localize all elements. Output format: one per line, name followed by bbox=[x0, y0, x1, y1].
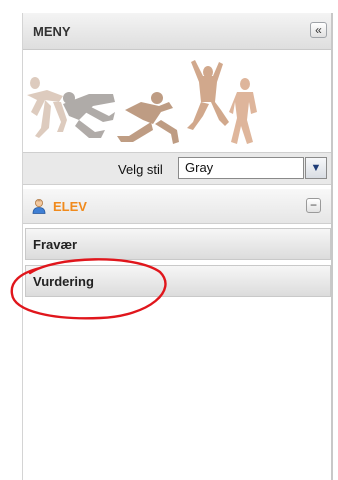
style-selected-value: Gray bbox=[185, 160, 214, 175]
menu-panel: MENY « Velg stil Gray ▼ ELEV − Fravær Vu… bbox=[22, 13, 333, 480]
chevron-down-icon: ▼ bbox=[310, 162, 322, 174]
collapse-button[interactable]: « bbox=[310, 22, 327, 38]
user-icon bbox=[32, 199, 46, 214]
menu-item-fravaer[interactable]: Fravær bbox=[25, 228, 331, 260]
menu-header: MENY « bbox=[23, 13, 331, 50]
minus-icon: − bbox=[309, 198, 317, 212]
menu-item-vurdering[interactable]: Vurdering bbox=[25, 265, 331, 297]
section-header-elev[interactable]: ELEV − bbox=[23, 189, 331, 224]
menu-title: MENY bbox=[33, 24, 71, 39]
double-chevron-left-icon: « bbox=[315, 23, 322, 37]
menu-item-label: Vurdering bbox=[33, 274, 94, 289]
banner-image bbox=[23, 50, 331, 152]
section-collapse-button[interactable]: − bbox=[306, 198, 321, 213]
style-dropdown-button[interactable]: ▼ bbox=[305, 157, 327, 179]
menu-item-label: Fravær bbox=[33, 237, 78, 252]
style-picker-bar: Velg stil Gray ▼ bbox=[23, 152, 331, 185]
athletes-silhouette-image bbox=[27, 60, 257, 144]
style-select[interactable]: Gray bbox=[178, 157, 304, 179]
section-title: ELEV bbox=[53, 199, 87, 214]
style-label: Velg stil bbox=[118, 162, 163, 177]
